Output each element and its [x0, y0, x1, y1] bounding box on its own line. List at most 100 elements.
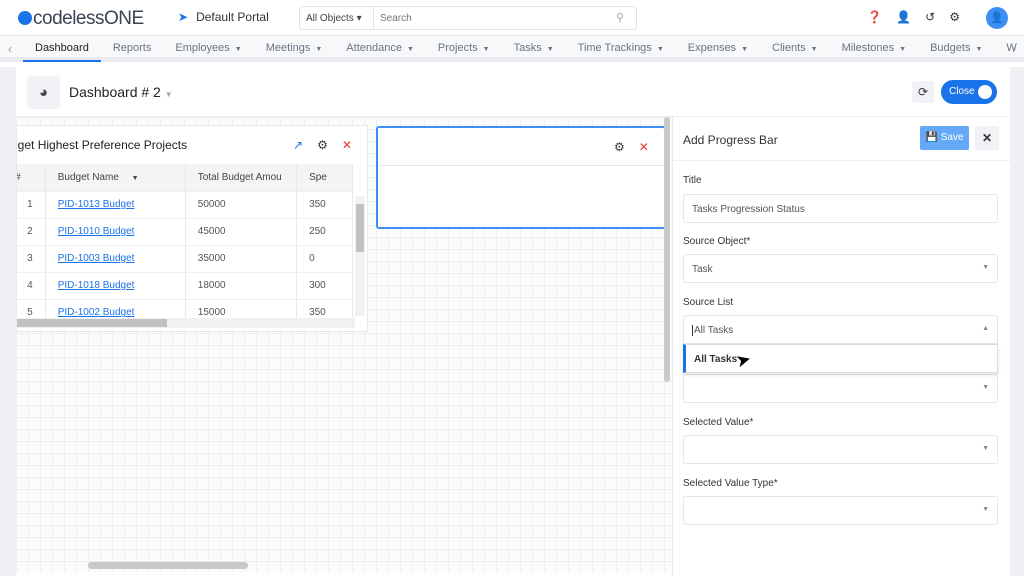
nav-item-meetings[interactable]: Meetings ▼	[254, 36, 335, 62]
table-row: 2 PID-1010 Budget 45000 250	[17, 217, 353, 245]
sort-icon: ▼	[131, 174, 139, 182]
chevron-down-icon: ▼	[482, 46, 490, 53]
chevron-down-icon: ▼	[810, 46, 818, 53]
search-scope-select[interactable]: All Objects ▾	[300, 7, 374, 29]
column-header[interactable]: #	[17, 164, 46, 191]
nav-item-projects[interactable]: Projects ▼	[426, 36, 502, 62]
budget-link[interactable]: PID-1003 Budget	[58, 253, 135, 264]
column-header[interactable]: Spe	[296, 164, 353, 191]
save-icon: 💾	[925, 132, 938, 143]
selected-value-type-select[interactable]: ▼	[683, 496, 998, 525]
chevron-down-icon: ▼	[656, 46, 664, 53]
table-row: 1 PID-1013 Budget 50000 350	[17, 190, 353, 218]
chevron-down-icon: ▼	[982, 506, 989, 513]
source-object-label: Source Object*	[683, 236, 751, 247]
logo[interactable]: codelessONE	[18, 8, 144, 30]
nav-item-reports[interactable]: Reports	[101, 36, 164, 62]
column-header[interactable]: Total Budget Amou	[185, 164, 298, 191]
budget-link[interactable]: PID-1018 Budget	[58, 280, 135, 291]
logo-icon	[18, 11, 32, 25]
header-actions: ❓ 👤 ↺ ⚙	[867, 10, 960, 24]
nav-item-w[interactable]: W	[994, 36, 1024, 62]
total-budget-cell: 45000	[185, 217, 298, 245]
search-icon[interactable]: ⚲	[616, 7, 636, 29]
total-budget-cell: 18000	[185, 271, 298, 299]
portal-selector[interactable]: ➤ Default Portal	[178, 10, 269, 24]
budget-name-cell: PID-1003 Budget	[45, 244, 186, 272]
table-vertical-scrollbar[interactable]	[355, 196, 365, 316]
chevron-up-icon: ▲	[982, 325, 989, 332]
panel-title: Add Progress Bar	[683, 133, 778, 147]
canvas-vertical-scrollbar[interactable]	[664, 117, 670, 382]
hidden-select[interactable]: ▼	[683, 374, 998, 403]
canvas-horizontal-scrollbar[interactable]	[88, 562, 248, 569]
title-field[interactable]: Tasks Progression Status	[683, 194, 998, 223]
source-list-option[interactable]: All Tasks	[683, 344, 998, 373]
dashboard-title[interactable]: Dashboard # 2 ▼	[69, 84, 173, 100]
gear-icon[interactable]: ⚙	[949, 10, 960, 24]
new-widget[interactable]: ⚙ ✕	[376, 126, 666, 229]
spent-cell: 350	[296, 190, 353, 218]
gear-icon[interactable]: ⚙	[614, 140, 625, 154]
nav-scroll-left-icon[interactable]: ‹	[8, 42, 12, 56]
source-object-select[interactable]: Task ▼	[683, 254, 998, 283]
row-number: 4	[17, 271, 46, 299]
chevron-down-icon: ▼	[164, 90, 173, 99]
chevron-down-icon: ▼	[982, 384, 989, 391]
spent-cell: 0	[296, 244, 353, 272]
nav-item-employees[interactable]: Employees ▼	[163, 36, 253, 62]
add-progress-bar-panel: Add Progress Bar 💾 Save ✕ Title Tasks Pr…	[672, 117, 1011, 576]
save-button[interactable]: 💾 Save	[920, 126, 969, 150]
paper-plane-icon: ➤	[178, 10, 189, 24]
refresh-button[interactable]: ⟳	[912, 81, 934, 103]
nav-item-dashboard[interactable]: Dashboard	[23, 36, 101, 62]
source-list-select[interactable]: All Tasks ▲	[683, 315, 998, 344]
budget-link[interactable]: PID-1002 Budget	[58, 307, 135, 318]
nav-item-milestones[interactable]: Milestones ▼	[830, 36, 919, 62]
selected-value-select[interactable]: ▼	[683, 435, 998, 464]
nav-item-tasks[interactable]: Tasks ▼	[502, 36, 566, 62]
close-icon[interactable]: ✕	[342, 138, 352, 152]
help-icon[interactable]: ❓	[867, 10, 882, 24]
search-input[interactable]	[374, 7, 616, 29]
chevron-down-icon: ▼	[315, 46, 323, 53]
chevron-down-icon: ▼	[741, 46, 748, 53]
nav-item-expenses[interactable]: Expenses ▼	[676, 36, 760, 62]
nav-scroll-right-icon[interactable]: ›	[1012, 42, 1016, 56]
chevron-down-icon: ▼	[975, 46, 983, 53]
nav-bar: Dashboard Reports Employees ▼ Meetings ▼ Atten…	[0, 36, 1024, 62]
open-external-icon[interactable]: ↗	[293, 138, 303, 152]
table-horizontal-scrollbar[interactable]	[17, 318, 355, 328]
close-icon[interactable]: ✕	[639, 140, 649, 154]
history-icon[interactable]: ↺	[925, 10, 935, 24]
budget-name-cell: PID-1010 Budget	[45, 217, 186, 245]
global-search: All Objects ▾ ⚲	[299, 6, 637, 30]
left-gutter	[0, 67, 16, 576]
spent-cell: 250	[296, 217, 353, 245]
pie-chart-icon: ◕	[27, 76, 60, 109]
budget-link[interactable]: PID-1013 Budget	[58, 199, 135, 210]
row-number: 1	[17, 190, 46, 218]
nav-item-clients[interactable]: Clients ▼	[760, 36, 830, 62]
chevron-down-icon: ▼	[982, 445, 989, 452]
nav-item-time-trackings[interactable]: Time Trackings ▼	[566, 36, 676, 62]
title-label: Title	[683, 175, 702, 186]
budget-name-cell: PID-1013 Budget	[45, 190, 186, 218]
nav-item-attendance[interactable]: Attendance ▼	[334, 36, 426, 62]
add-user-icon[interactable]: 👤	[896, 10, 911, 24]
close-toggle[interactable]: Close	[941, 80, 997, 104]
budget-link[interactable]: PID-1010 Budget	[58, 226, 135, 237]
budget-name-cell: PID-1018 Budget	[45, 271, 186, 299]
selected-value-type-label: Selected Value Type*	[683, 478, 778, 489]
gear-icon[interactable]: ⚙	[317, 138, 328, 152]
table-row: 3 PID-1003 Budget 35000 0	[17, 244, 353, 272]
column-header[interactable]: Budget Name ▼	[45, 164, 186, 191]
budget-widget: dget Highest Preference Projects ↗ ⚙ ✕ #…	[16, 125, 368, 332]
total-budget-cell: 50000	[185, 190, 298, 218]
total-budget-cell: 35000	[185, 244, 298, 272]
spent-cell: 300	[296, 271, 353, 299]
nav-item-budgets[interactable]: Budgets ▼	[918, 36, 994, 62]
source-list-label: Source List	[683, 297, 734, 308]
close-panel-button[interactable]: ✕	[975, 126, 999, 150]
avatar[interactable]: 👤	[986, 7, 1008, 29]
